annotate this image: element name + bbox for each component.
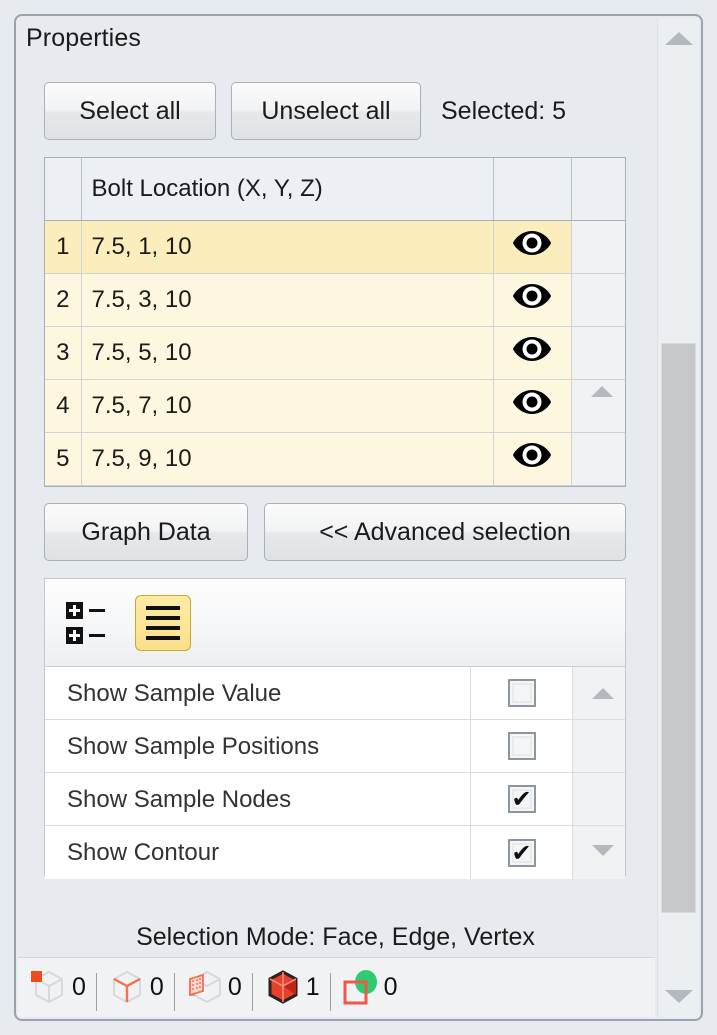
checkmark-icon: ✔ [511, 838, 532, 867]
display-options-panel: Show Sample Value Show Sample Positions Sh… [44, 578, 626, 879]
options-scroll-up-arrow[interactable] [592, 688, 614, 699]
table-row[interactable]: 4 7.5, 7, 10 [45, 379, 625, 433]
option-checkbox-cell[interactable] [471, 720, 573, 772]
status-bar: 0 0 0 1 0 [18, 957, 655, 1017]
option-label: Show Sample Nodes [45, 772, 471, 826]
checkmark-icon: ✔ [511, 785, 532, 813]
status-counter-vertex-selection[interactable]: 0 [18, 967, 96, 1009]
table-row[interactable]: 2 7.5, 3, 10 [45, 273, 625, 327]
status-counter-named-selection[interactable]: 0 [329, 967, 408, 1011]
tree-view-icon-row2 [66, 626, 105, 644]
body-selection-icon [262, 967, 304, 1009]
row-scroll-pad [571, 326, 625, 380]
table-row[interactable]: 1 7.5, 1, 10 [45, 220, 625, 274]
eye-icon[interactable] [493, 432, 572, 486]
checkbox-unchecked-icon[interactable] [507, 679, 536, 707]
tree-view-icon [66, 601, 105, 619]
select-all-button[interactable]: Select all [44, 82, 216, 140]
row-scroll-pad [571, 432, 625, 486]
options-view-toolbar [45, 579, 625, 667]
scroll-up-arrow[interactable] [664, 32, 693, 45]
option-scroll-pad [573, 720, 625, 772]
vertex-selection-icon [28, 967, 70, 1009]
page-title: Properties [26, 24, 141, 52]
bolt-location-table[interactable]: Bolt Location (X, Y, Z) 1 7.5, 1, 10 2 7.5,… [44, 157, 626, 613]
scroll-down-arrow[interactable] [664, 990, 693, 1003]
list-view-icon [146, 605, 180, 610]
eye-icon[interactable] [493, 379, 572, 433]
chevron-up-icon [664, 32, 693, 45]
column-header-pad [571, 158, 625, 221]
graph-data-button[interactable]: Graph Data [44, 503, 248, 561]
unselect-all-button[interactable]: Unselect all [231, 82, 421, 140]
option-checkbox-cell[interactable] [471, 667, 573, 719]
table-row[interactable]: 5 7.5, 9, 10 [45, 432, 625, 486]
option-label: Show Contour [45, 826, 471, 879]
chevron-down-icon [592, 845, 614, 856]
option-label: Show Sample Positions [45, 719, 471, 773]
tree-view-button[interactable] [65, 598, 117, 648]
eye-icon[interactable] [493, 273, 572, 327]
status-count-value: 1 [305, 973, 320, 1001]
checkbox-unchecked-icon[interactable] [507, 732, 536, 760]
bolt-location-value: 7.5, 9, 10 [81, 432, 494, 486]
list-item[interactable]: Show Sample Positions [45, 719, 625, 773]
display-options-list: Show Sample Value Show Sample Positions Sh… [45, 666, 625, 879]
option-checkbox-cell[interactable]: ✔ [471, 826, 573, 879]
edge-selection-icon [106, 967, 148, 1009]
list-item[interactable]: Show Sample Value [45, 666, 625, 720]
status-count-value: 0 [227, 973, 242, 1001]
chevron-up-icon [591, 386, 613, 397]
status-counter-face-selection[interactable]: 0 [173, 967, 252, 1011]
eye-icon[interactable] [493, 220, 572, 274]
face-selection-icon [184, 967, 226, 1009]
option-checkbox-cell[interactable]: ✔ [471, 773, 573, 825]
column-header-visibility [493, 158, 572, 221]
eye-icon[interactable] [493, 326, 572, 380]
chevron-up-icon [592, 688, 614, 699]
status-count-value: 0 [149, 973, 164, 1001]
list-item[interactable]: Show Sample Nodes ✔ [45, 772, 625, 826]
column-header-index [45, 158, 82, 221]
selected-count-label: Selected: 5 [441, 97, 567, 125]
column-header-bolt-location: Bolt Location (X, Y, Z) [81, 158, 494, 221]
row-index: 2 [45, 273, 82, 327]
bolt-location-value: 7.5, 3, 10 [81, 273, 494, 327]
row-scroll-pad [571, 220, 625, 274]
advanced-selection-button[interactable]: << Advanced selection [264, 503, 626, 561]
status-counter-edge-selection[interactable]: 0 [95, 967, 174, 1011]
scrollbar-thumb[interactable] [661, 343, 696, 913]
row-index: 1 [45, 220, 82, 274]
options-scroll-down-arrow[interactable] [592, 845, 614, 856]
status-count-value: 0 [383, 973, 398, 1001]
checkbox-checked-icon[interactable]: ✔ [507, 838, 536, 867]
status-counter-body-selection[interactable]: 1 [251, 967, 330, 1011]
table-row[interactable]: 3 7.5, 5, 10 [45, 326, 625, 380]
row-index: 4 [45, 379, 82, 433]
bolt-location-value: 7.5, 5, 10 [81, 326, 494, 380]
panel-vertical-scrollbar[interactable] [657, 18, 699, 1017]
table-scroll-up-arrow[interactable] [591, 386, 613, 397]
row-scroll-pad [571, 273, 625, 327]
bolt-location-value: 7.5, 7, 10 [81, 379, 494, 433]
bolt-location-value: 7.5, 1, 10 [81, 220, 494, 274]
row-index: 3 [45, 326, 82, 380]
chevron-down-icon [664, 990, 693, 1003]
table-header-row: Bolt Location (X, Y, Z) [45, 158, 625, 221]
row-index: 5 [45, 432, 82, 486]
checkbox-checked-icon[interactable]: ✔ [507, 785, 536, 813]
option-label: Show Sample Value [45, 666, 471, 720]
list-view-button[interactable] [135, 594, 191, 651]
selection-mode-label: Selection Mode: Face, Edge, Vertex [136, 923, 535, 951]
named-selection-icon [340, 967, 382, 1009]
list-item[interactable]: Show Contour ✔ [45, 826, 625, 879]
properties-panel: Properties Select all Unselect all Selec… [14, 14, 703, 1021]
status-count-value: 0 [72, 973, 86, 1001]
option-scroll-pad [573, 773, 625, 825]
